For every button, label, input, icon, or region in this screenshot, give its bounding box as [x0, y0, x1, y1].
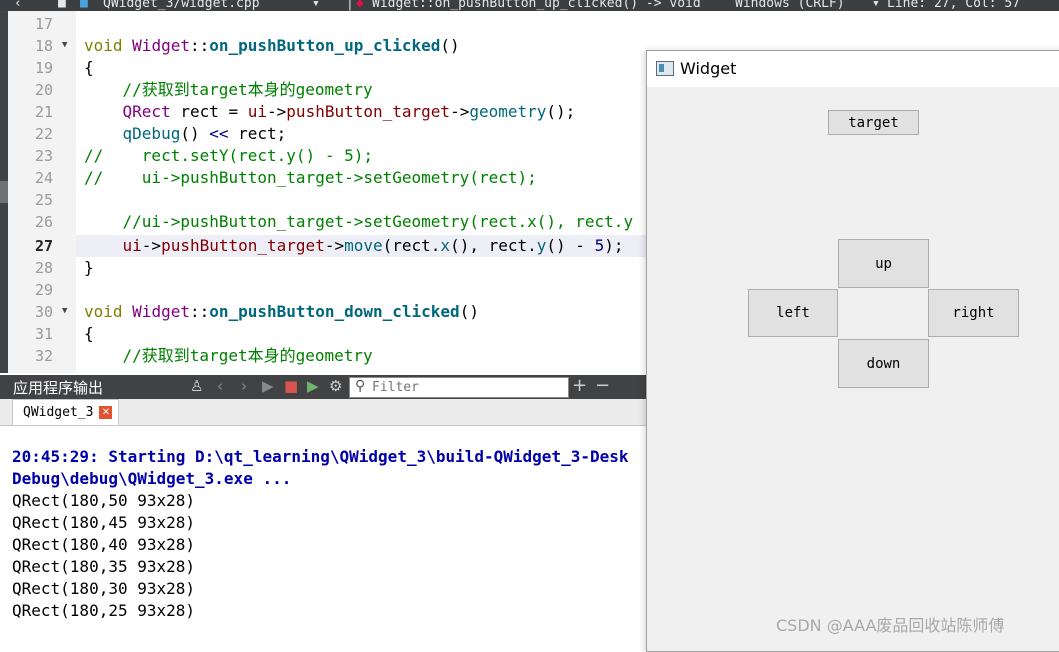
- function-combo[interactable]: Widget::on_pushButton_up_clicked() -> vo…: [372, 0, 701, 11]
- output-line: QRect(180,35 93x28): [12, 557, 196, 576]
- run-icon[interactable]: ▶: [262, 377, 274, 395]
- output-line: QRect(180,25 93x28): [12, 601, 196, 620]
- window-title: Widget: [680, 59, 737, 78]
- output-line: QRect(180,40 93x28): [12, 535, 196, 554]
- editor-top-bar: ‹ ■ ■ QWidget_3/widget.cpp ▾ | ◆ Widget:…: [0, 0, 1059, 11]
- line-number: 18: [34, 37, 53, 55]
- separator: |: [346, 0, 354, 11]
- line-number: 21: [34, 103, 53, 121]
- cpp-file-icon: ■: [80, 0, 88, 11]
- next-icon[interactable]: ›: [241, 377, 247, 395]
- debug-run-icon[interactable]: ▶: [307, 377, 319, 395]
- output-pane-title: 应用程序输出: [13, 379, 104, 397]
- fold-arrow-icon[interactable]: ▼: [62, 306, 67, 316]
- code-line-22: qDebug() << rect;: [122, 124, 287, 143]
- cursor-position[interactable]: Line: 27, Col: 57: [887, 0, 1020, 11]
- line-number: 28: [34, 259, 53, 277]
- line-number: 24: [34, 169, 53, 187]
- clean-icon[interactable]: ♙: [190, 377, 203, 395]
- prev-icon[interactable]: ‹: [217, 377, 223, 395]
- filter-box[interactable]: ⚲: [349, 377, 569, 398]
- code-line-31: {: [84, 324, 94, 343]
- code-line-19: {: [84, 58, 94, 77]
- line-number: 23: [34, 147, 53, 165]
- line-number: 26: [34, 213, 53, 231]
- code-line-23: // rect.setY(rect.y() - 5);: [84, 146, 373, 165]
- mode-bar: [0, 11, 8, 373]
- line-number: 31: [34, 325, 53, 343]
- line-number: 19: [34, 59, 53, 77]
- line-number: 17: [34, 15, 53, 33]
- file-combo-arrow-icon[interactable]: ▾: [312, 0, 320, 11]
- line-number: 20: [34, 81, 53, 99]
- left-button[interactable]: left: [748, 289, 838, 337]
- search-icon: ⚲: [355, 378, 366, 394]
- line-number: 29: [34, 281, 53, 299]
- code-line-27: ui->pushButton_target->move(rect.x(), re…: [122, 236, 624, 255]
- output-line: QRect(180,30 93x28): [12, 579, 196, 598]
- code-line-18: void Widget::on_pushButton_up_clicked(): [84, 36, 460, 55]
- file-name-combo[interactable]: QWidget_3/widget.cpp: [103, 0, 260, 11]
- file-icon: ■: [58, 0, 66, 11]
- function-icon: ◆: [356, 0, 364, 11]
- stop-icon[interactable]: ■: [284, 377, 298, 395]
- watermark: CSDN @AAA废品回收站陈师傅: [776, 616, 1005, 635]
- gear-icon[interactable]: ⚙: [329, 377, 342, 395]
- close-icon[interactable]: ✕: [99, 406, 113, 419]
- line-number: 32: [34, 347, 53, 365]
- down-button[interactable]: down: [838, 339, 929, 388]
- output-line: QRect(180,45 93x28): [12, 513, 196, 532]
- output-line: QRect(180,50 93x28): [12, 491, 196, 510]
- output-line: Debug\debug\QWidget_3.exe ...: [12, 469, 292, 488]
- widget-window: Widget target up left right down: [646, 50, 1059, 652]
- output-tab[interactable]: QWidget_3 ✕: [12, 399, 120, 425]
- line-ending-arrow-icon[interactable]: ▾: [872, 0, 880, 11]
- up-button[interactable]: up: [838, 239, 929, 288]
- code-line-26: //ui->pushButton_target->setGeometry(rec…: [122, 212, 634, 231]
- output-line: 20:45:29: Starting D:\qt_learning\QWidge…: [12, 447, 629, 466]
- code-line-21: QRect rect = ui->pushButton_target->geom…: [122, 102, 576, 121]
- right-button[interactable]: right: [928, 289, 1019, 337]
- code-line-20: //获取到target本身的geometry: [122, 80, 373, 99]
- line-number-current: 27: [34, 237, 53, 255]
- code-line-32: //获取到target本身的geometry: [122, 346, 373, 365]
- line-number: 22: [34, 125, 53, 143]
- line-ending-combo[interactable]: Windows (CRLF): [735, 0, 845, 11]
- zoom-out-icon[interactable]: −: [595, 375, 610, 396]
- nav-back-icon[interactable]: ‹: [14, 0, 22, 11]
- mode-bar-marker: [0, 181, 8, 203]
- target-button[interactable]: target: [828, 110, 919, 135]
- window-titlebar[interactable]: Widget: [647, 51, 1059, 87]
- app-window-icon: [656, 61, 674, 76]
- filter-input[interactable]: [372, 379, 562, 395]
- zoom-in-icon[interactable]: +: [572, 375, 587, 396]
- fold-margin: [58, 11, 76, 373]
- line-number: 25: [34, 191, 53, 209]
- code-line-24: // ui->pushButton_target->setGeometry(re…: [84, 168, 537, 187]
- output-tab-label: QWidget_3: [23, 405, 94, 420]
- code-line-28: }: [84, 258, 94, 277]
- fold-arrow-icon[interactable]: ▼: [62, 40, 67, 50]
- line-number: 30: [34, 303, 53, 321]
- code-line-30: void Widget::on_pushButton_down_clicked(…: [84, 302, 479, 321]
